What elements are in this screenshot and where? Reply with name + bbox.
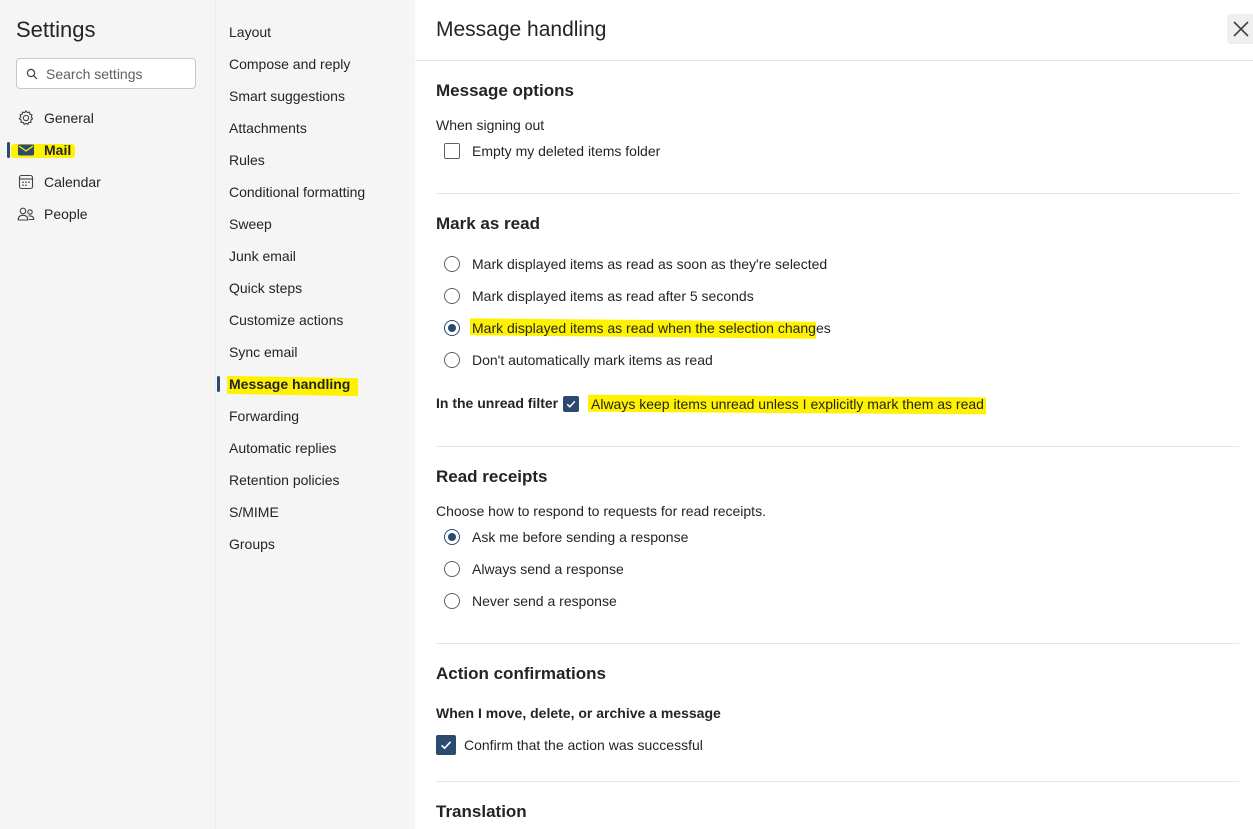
sub-item-forwarding[interactable]: Forwarding (229, 406, 299, 426)
sub-item-junk-email[interactable]: Junk email (229, 246, 296, 266)
sub-item-sweep[interactable]: Sweep (229, 214, 272, 234)
sub-item-smart-suggestions[interactable]: Smart suggestions (229, 86, 345, 106)
sub-item-retention-policies[interactable]: Retention policies (229, 470, 340, 490)
unread-filter-label: In the unread filter (436, 395, 559, 411)
category-label-mail: Mail (44, 142, 72, 158)
active-category-indicator (7, 142, 10, 158)
mail-icon (16, 140, 36, 160)
people-icon (16, 204, 36, 224)
read-receipt-ask-label: Ask me before sending a response (472, 529, 689, 545)
mark-read-option-never-radio[interactable] (444, 352, 460, 368)
section-title-mark-as-read: Mark as read (436, 214, 540, 233)
read-receipt-never-label: Never send a response (472, 593, 617, 609)
checkmark-icon (440, 741, 452, 750)
sub-item-compose-and-reply[interactable]: Compose and reply (229, 54, 350, 74)
category-mail[interactable]: Mail (16, 138, 71, 162)
sub-item-conditional-formatting[interactable]: Conditional formatting (229, 182, 365, 202)
sub-item-attachments[interactable]: Attachments (229, 118, 307, 138)
section-divider (436, 781, 1239, 782)
empty-deleted-items-label: Empty my deleted items folder (472, 143, 661, 159)
mail-subcategory-pane: Layout Compose and reply Smart suggestio… (215, 0, 415, 829)
sub-item-smime[interactable]: S/MIME (229, 502, 279, 522)
checkmark-icon (566, 400, 576, 408)
mark-read-option-selected-radio[interactable] (444, 256, 460, 272)
section-title-translation: Translation (436, 802, 527, 821)
confirm-action-label: Confirm that the action was successful (464, 737, 703, 753)
sub-item-quick-steps[interactable]: Quick steps (229, 278, 302, 298)
search-settings-input[interactable] (46, 65, 186, 82)
sub-item-customize-actions[interactable]: Customize actions (229, 310, 343, 330)
section-divider (436, 643, 1239, 644)
sub-item-groups[interactable]: Groups (229, 534, 275, 554)
search-settings-box[interactable] (16, 58, 196, 89)
close-icon (1233, 21, 1249, 37)
search-icon (26, 68, 38, 79)
category-people[interactable]: People (16, 202, 88, 226)
page-title: Message handling (436, 18, 607, 41)
section-title-message-options: Message options (436, 81, 574, 100)
sub-item-message-handling[interactable]: Message handling (229, 374, 350, 394)
settings-category-pane: Settings General Mail (0, 0, 215, 829)
read-receipts-description: Choose how to respond to requests for re… (436, 503, 766, 519)
sub-item-sync-email[interactable]: Sync email (229, 342, 297, 362)
settings-title: Settings (16, 17, 96, 42)
read-receipt-always-radio[interactable] (444, 561, 460, 577)
keep-unread-checkbox[interactable] (563, 396, 579, 412)
gear-icon (16, 108, 36, 128)
active-subcategory-indicator (217, 376, 220, 392)
mark-read-option-selection-changes-label: Mark displayed items as read when the se… (472, 320, 831, 336)
mark-read-option-never-label: Don't automatically mark items as read (472, 352, 713, 368)
section-divider (436, 193, 1239, 194)
sub-item-automatic-replies[interactable]: Automatic replies (229, 438, 336, 458)
section-divider (436, 446, 1239, 447)
mark-read-option-5-seconds-label: Mark displayed items as read after 5 sec… (472, 288, 754, 304)
category-label-people: People (44, 206, 88, 222)
calendar-icon (16, 172, 36, 192)
when-signing-out-label: When signing out (436, 117, 545, 133)
mark-read-option-selection-changes-radio[interactable] (444, 320, 460, 336)
mark-read-option-selected-label: Mark displayed items as read as soon as … (472, 256, 828, 272)
category-label-general: General (44, 110, 94, 126)
category-label-calendar: Calendar (44, 174, 101, 190)
sub-item-layout[interactable]: Layout (229, 22, 271, 42)
mark-read-option-5-seconds-radio[interactable] (444, 288, 460, 304)
close-button[interactable] (1227, 14, 1253, 44)
read-receipt-never-radio[interactable] (444, 593, 460, 609)
read-receipt-always-label: Always send a response (472, 561, 624, 577)
section-title-action-confirmations: Action confirmations (436, 664, 607, 683)
message-handling-pane: Message handling Message options When si… (415, 0, 1253, 829)
keep-unread-label: Always keep items unread unless I explic… (591, 396, 984, 412)
confirm-action-checkbox[interactable] (436, 735, 456, 755)
category-general[interactable]: General (16, 106, 94, 130)
sub-item-rules[interactable]: Rules (229, 150, 265, 170)
read-receipt-ask-radio[interactable] (444, 529, 460, 545)
action-confirmations-subtitle: When I move, delete, or archive a messag… (436, 705, 721, 721)
empty-deleted-items-checkbox[interactable] (444, 143, 460, 159)
category-calendar[interactable]: Calendar (16, 170, 101, 194)
title-divider (415, 60, 1253, 61)
section-title-read-receipts: Read receipts (436, 467, 548, 486)
